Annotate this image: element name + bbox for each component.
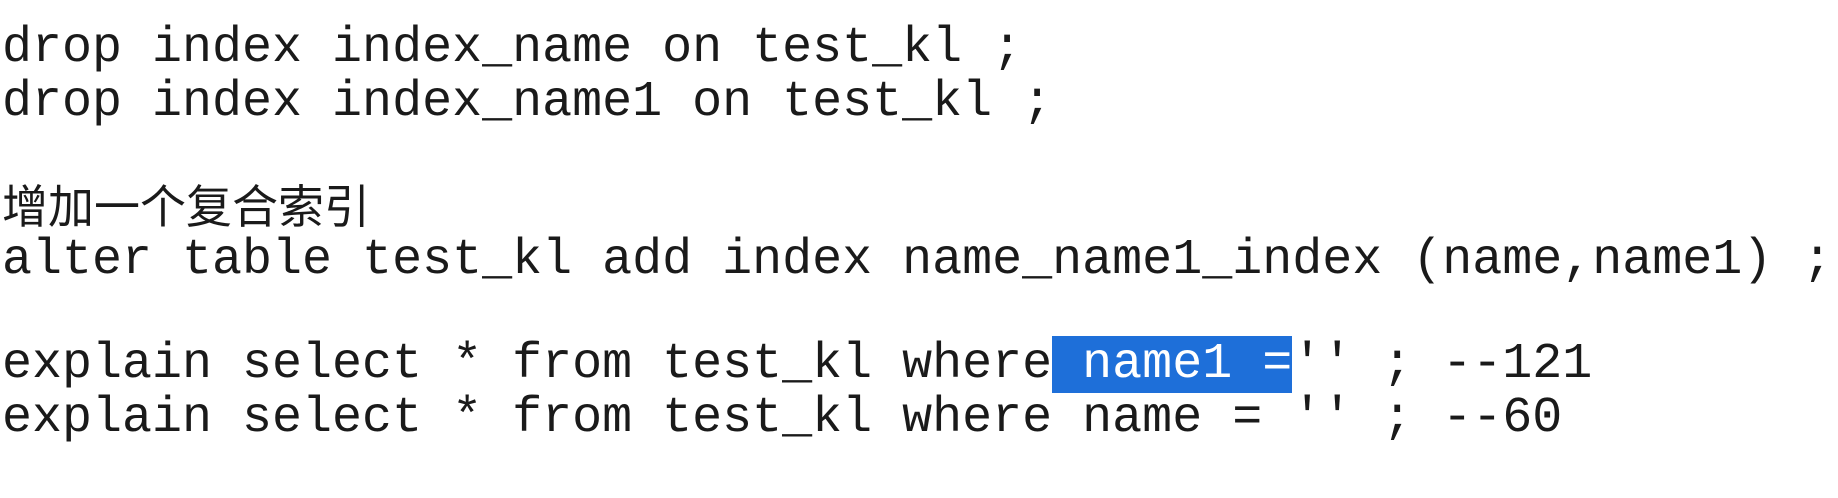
- drop-index-line-2: drop index index_name1 on test_kl ;: [2, 74, 1053, 131]
- explain-line-1-end: '' ; --121: [1292, 336, 1593, 393]
- explain-line-2: explain select * from test_kl where name…: [2, 390, 1563, 447]
- explain-line-1: explain select * from test_kl where name…: [2, 336, 1832, 393]
- comment-add-composite-index: 增加一个复合索引: [2, 180, 370, 234]
- text-selection-highlight[interactable]: name1 =: [1052, 336, 1293, 393]
- sql-notes-document: drop index index_name on test_kl ; drop …: [2, 22, 1832, 446]
- alter-table-line: alter table test_kl add index name_name1…: [2, 232, 1833, 289]
- explain-line-1-start: explain select * from test_kl where: [2, 336, 1053, 393]
- drop-index-line-1: drop index index_name on test_kl ;: [2, 20, 1023, 77]
